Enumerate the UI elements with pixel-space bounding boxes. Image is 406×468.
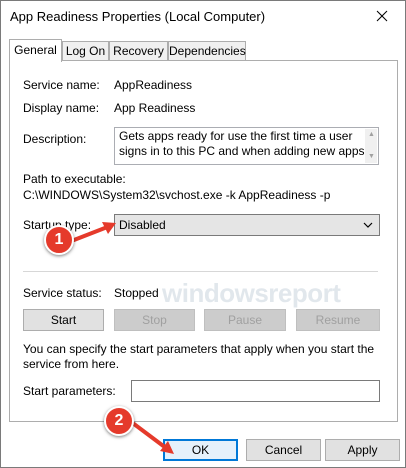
apply-button[interactable]: Apply: [325, 439, 400, 461]
watermark-logo: windowsreport: [162, 278, 341, 308]
start-button[interactable]: Start: [23, 309, 104, 331]
section-divider: [23, 271, 378, 272]
stop-button[interactable]: Stop: [114, 309, 195, 331]
tab-recovery[interactable]: Recovery: [109, 41, 168, 61]
title-bar: App Readiness Properties (Local Computer…: [1, 1, 405, 31]
cancel-button[interactable]: Cancel: [246, 439, 321, 461]
annotation-arrow-1: [72, 222, 116, 242]
service-name-label: Service name:: [23, 78, 100, 92]
path-value: C:\WINDOWS\System32\svchost.exe -k AppRe…: [23, 188, 331, 202]
pause-button[interactable]: Pause: [204, 309, 286, 331]
close-button[interactable]: [359, 1, 405, 31]
start-params-input[interactable]: [131, 380, 380, 402]
tab-log-on[interactable]: Log On: [62, 41, 109, 61]
service-status-value: Stopped: [114, 286, 159, 300]
tab-dependencies[interactable]: Dependencies: [168, 41, 246, 61]
service-name-value: AppReadiness: [114, 78, 193, 92]
tab-general[interactable]: General: [9, 39, 62, 62]
close-icon: [376, 10, 388, 22]
scroll-down-icon[interactable]: ▼: [368, 153, 375, 161]
description-text: Gets apps ready for use the first time a…: [119, 129, 368, 158]
startup-type-value: Disabled: [119, 218, 166, 232]
window-title: App Readiness Properties (Local Computer…: [10, 9, 266, 24]
description-field[interactable]: Gets apps ready for use the first time a…: [114, 127, 379, 165]
display-name-value: App Readiness: [114, 101, 196, 115]
resume-button[interactable]: Resume: [296, 309, 380, 331]
scroll-up-icon[interactable]: ▲: [368, 131, 375, 139]
startup-type-select[interactable]: Disabled: [114, 214, 380, 236]
display-name-label: Display name:: [23, 101, 100, 115]
annotation-badge-1: 1: [44, 225, 74, 255]
annotation-arrow-2: [132, 422, 174, 454]
description-scrollbar[interactable]: ▲ ▼: [365, 129, 377, 163]
start-params-help: You can specify the start parameters tha…: [23, 342, 375, 371]
start-params-label: Start parameters:: [23, 384, 116, 398]
service-status-label: Service status:: [23, 286, 102, 300]
path-label: Path to executable:: [23, 172, 126, 186]
chevron-down-icon: [363, 222, 373, 228]
description-label: Description:: [23, 132, 87, 146]
annotation-badge-2: 2: [104, 406, 134, 436]
